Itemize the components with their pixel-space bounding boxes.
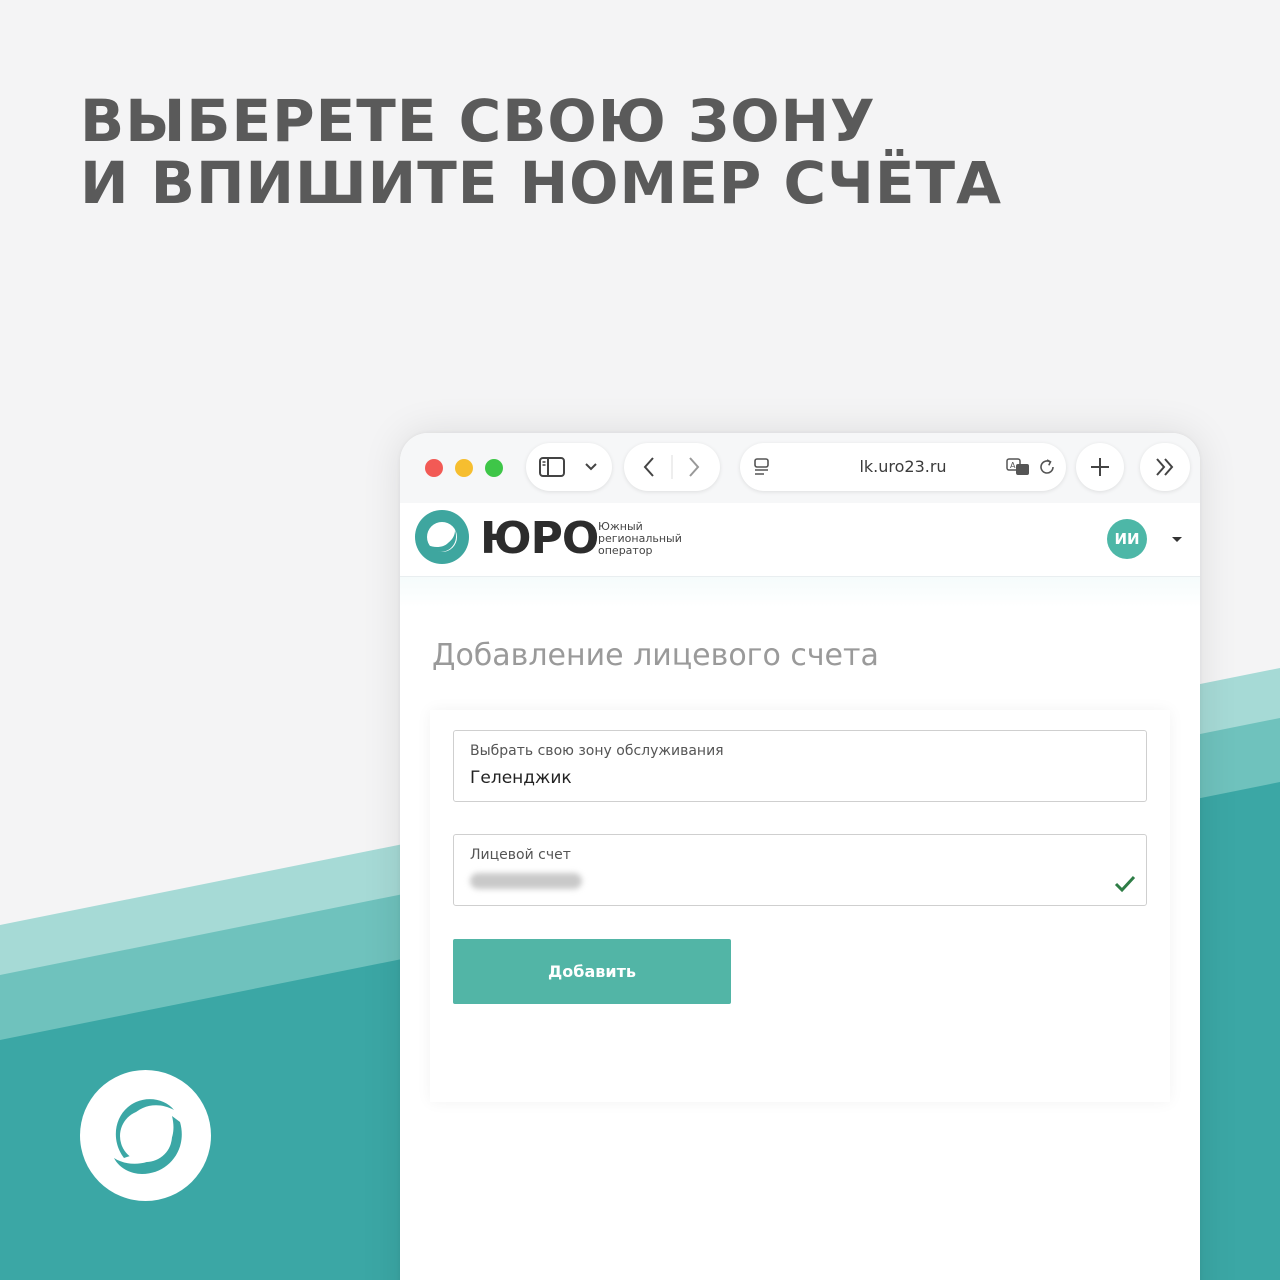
translate-icon[interactable]: A bbox=[1006, 458, 1030, 476]
user-menu-caret-icon[interactable] bbox=[1172, 537, 1182, 542]
user-avatar[interactable]: ИИ bbox=[1107, 519, 1147, 559]
reload-icon[interactable] bbox=[1038, 458, 1056, 476]
forward-icon[interactable] bbox=[687, 456, 701, 478]
back-icon[interactable] bbox=[642, 456, 656, 478]
headline-line-1: ВЫБЕРЕТЕ СВОЮ ЗОНУ bbox=[80, 87, 876, 155]
browser-toolbar: lk.uro23.ru A bbox=[400, 433, 1200, 503]
more-icon bbox=[1156, 458, 1174, 476]
headline-line-2: И ВПИШИТЕ НОМЕР СЧЁТА bbox=[80, 149, 1002, 217]
site-tagline: Южный региональный оператор bbox=[598, 521, 682, 557]
headline: ВЫБЕРЕТЕ СВОЮ ЗОНУ И ВПИШИТЕ НОМЕР СЧЁТА bbox=[80, 90, 1002, 214]
tagline-line-3: оператор bbox=[598, 544, 653, 557]
more-tabs-button[interactable] bbox=[1140, 443, 1190, 491]
window-minimize-icon[interactable] bbox=[455, 459, 473, 477]
zone-select[interactable]: Выбрать свою зону обслуживания Геленджик bbox=[453, 730, 1147, 802]
chevron-down-icon bbox=[585, 463, 597, 471]
browser-window: lk.uro23.ru A ЮРО Южный региональный опе… bbox=[400, 433, 1200, 1280]
window-maximize-icon[interactable] bbox=[485, 459, 503, 477]
account-number-label: Лицевой счет bbox=[470, 847, 571, 863]
sidebar-icon bbox=[539, 457, 565, 477]
zone-select-label: Выбрать свою зону обслуживания bbox=[470, 743, 724, 759]
new-tab-icon bbox=[1091, 458, 1109, 476]
nav-divider bbox=[671, 455, 673, 479]
header-shadow bbox=[400, 577, 1200, 607]
history-nav bbox=[624, 443, 720, 491]
brand-logo-icon bbox=[80, 1070, 211, 1201]
account-number-input[interactable]: Лицевой счет bbox=[453, 834, 1147, 906]
account-number-value-redacted bbox=[470, 873, 582, 889]
new-tab-button[interactable] bbox=[1076, 443, 1124, 491]
check-icon bbox=[1114, 875, 1136, 893]
site-name[interactable]: ЮРО bbox=[480, 513, 599, 564]
svg-text:A: A bbox=[1010, 461, 1016, 470]
site-header: ЮРО Южный региональный оператор ИИ bbox=[400, 503, 1200, 577]
sidebar-toggle-button[interactable] bbox=[526, 443, 612, 491]
add-button[interactable]: Добавить bbox=[453, 939, 731, 1004]
add-account-form: Выбрать свою зону обслуживания Геленджик… bbox=[430, 710, 1170, 1102]
address-bar[interactable]: lk.uro23.ru A bbox=[740, 443, 1066, 491]
zone-select-value: Геленджик bbox=[470, 768, 572, 788]
page-title: Добавление лицевого счета bbox=[432, 638, 879, 673]
window-close-icon[interactable] bbox=[425, 459, 443, 477]
site-logo-icon[interactable] bbox=[415, 510, 469, 564]
